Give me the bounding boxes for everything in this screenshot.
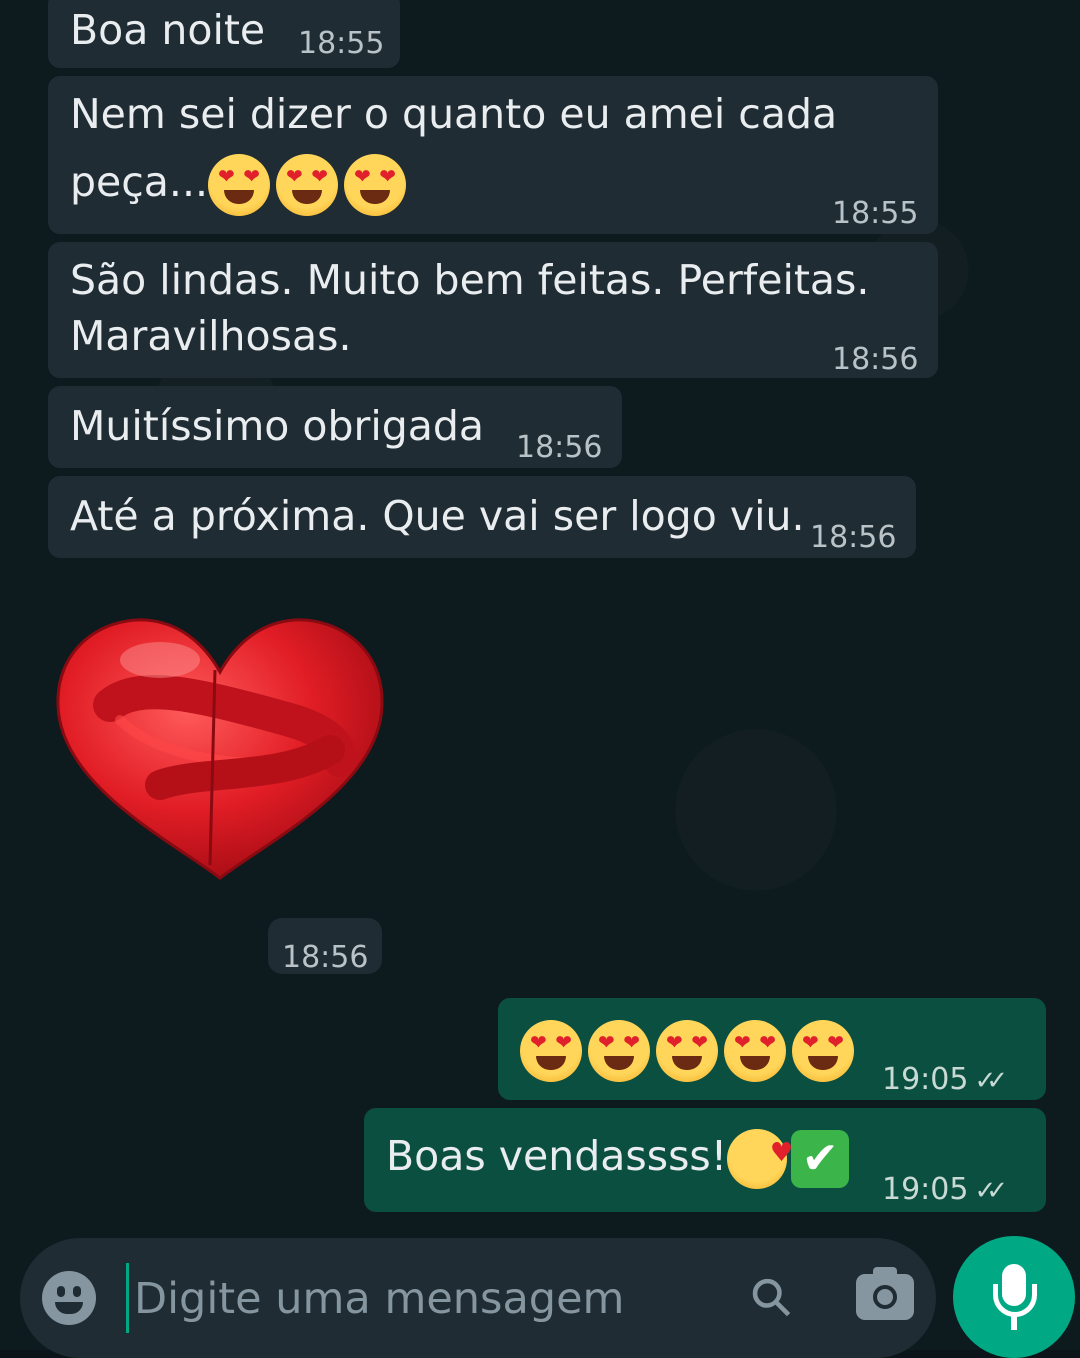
message-bubble-outgoing[interactable]: 19:05✓✓ xyxy=(498,998,1046,1100)
message-bubble-incoming[interactable]: Até a próxima. Que vai ser logo viu. 18:… xyxy=(48,476,916,558)
heart-eyes-emoji xyxy=(792,1020,854,1082)
message-composer: ⚲ xyxy=(20,1238,936,1358)
read-receipt-icon: ✓✓ xyxy=(974,1176,1007,1206)
heart-eyes-emoji xyxy=(588,1020,650,1082)
paperclip-icon[interactable]: ⚲ xyxy=(730,1256,815,1341)
message-time: 18:56 xyxy=(810,520,897,555)
message-time: 18:55 xyxy=(298,26,385,61)
heart-eyes-emoji xyxy=(520,1020,582,1082)
heart-hug-sticker xyxy=(56,618,384,880)
emoji-icon[interactable] xyxy=(42,1271,96,1325)
message-bubble-incoming[interactable]: Boa noite 18:55 xyxy=(48,0,400,68)
message-time: 18:56 xyxy=(282,940,369,975)
message-meta: 19:05 ✓✓ xyxy=(882,1050,1008,1111)
heart-eyes-emoji xyxy=(724,1020,786,1082)
message-text-line-2: peça... xyxy=(70,152,412,216)
text-cursor xyxy=(126,1263,129,1333)
message-text: Boas vendassss! xyxy=(386,1132,728,1180)
microphone-icon[interactable] xyxy=(953,1236,1075,1358)
message-text: Muitíssimo obrigada xyxy=(70,402,485,450)
message-text: Até a próxima. Que vai ser logo viu. xyxy=(70,492,805,540)
check-mark-button-emoji: ✔ xyxy=(791,1130,850,1188)
message-input[interactable] xyxy=(132,1258,696,1340)
message-time: 18:56 xyxy=(516,430,603,465)
message-bubble-incoming[interactable]: São lindas. Muito bem feitas. Perfeitas.… xyxy=(48,242,938,378)
message-text-line: Nem sei dizer o quanto eu amei cada xyxy=(70,90,838,138)
read-receipt-icon: ✓✓ xyxy=(974,1066,1007,1096)
message-bubble-outgoing[interactable]: Boas vendassss! ✔ 19:05✓✓ xyxy=(364,1108,1046,1212)
message-meta: 19:05 ✓✓ xyxy=(882,1160,1008,1221)
message-time: 18:56 xyxy=(832,342,919,377)
message-bubble-incoming[interactable]: Nem sei dizer o quanto eu amei cada peça… xyxy=(48,76,938,234)
message-text: peça... xyxy=(70,158,209,206)
message-time: 19:05 xyxy=(882,1062,969,1097)
sticker-time-badge: 18:56 xyxy=(268,918,382,975)
message-content: Boas vendassss! ✔ xyxy=(386,1123,850,1189)
heart-eyes-emoji xyxy=(344,154,407,216)
message-time: 18:55 xyxy=(832,196,919,231)
message-time: 19:05 xyxy=(882,1172,969,1207)
message-text-line: São lindas. Muito bem feitas. Perfeitas. xyxy=(70,256,870,304)
smiling-face-with-hearts-emoji xyxy=(727,1123,793,1189)
sticker-message[interactable] xyxy=(50,610,390,895)
heart-eyes-emoji xyxy=(276,154,339,216)
message-text-line-2: Maravilhosas. xyxy=(70,312,352,360)
message-text: Boa noite xyxy=(70,6,266,54)
message-bubble-incoming[interactable]: Muitíssimo obrigada 18:56 xyxy=(48,386,622,468)
heart-eyes-emoji xyxy=(208,154,271,216)
emoji-row xyxy=(520,1018,860,1082)
heart-eyes-emoji xyxy=(656,1020,718,1082)
camera-icon[interactable] xyxy=(856,1267,914,1320)
